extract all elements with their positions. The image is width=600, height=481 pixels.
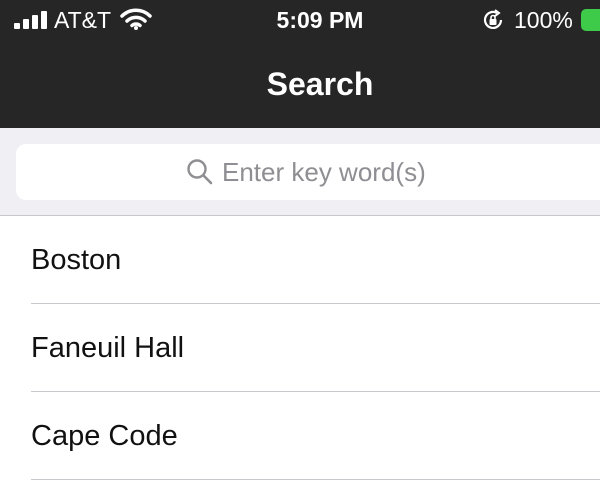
list-item-label: Faneuil Hall (31, 332, 185, 364)
search-bar (0, 128, 600, 216)
clock: 5:09 PM (276, 7, 364, 33)
list-item[interactable]: Boston (0, 216, 600, 304)
list-item-label: Boston (31, 244, 122, 276)
search-input[interactable] (222, 152, 600, 192)
list-item[interactable]: Faneuil Hall (0, 304, 600, 392)
battery-icon (581, 9, 600, 31)
list-item-label: Cape Code (31, 420, 178, 452)
search-field-container[interactable] (16, 144, 600, 200)
divider (31, 479, 600, 480)
search-icon (187, 159, 213, 185)
app-screen: AT&T 5:09 PM 100% Search Enter key word(… (0, 0, 600, 481)
top-bar: AT&T 5:09 PM 100% Search (0, 0, 600, 128)
results-list: Boston Faneuil Hall Cape Code (0, 216, 600, 480)
rotation-lock-icon (483, 9, 503, 29)
status-bar: AT&T 5:09 PM 100% (0, 0, 600, 40)
battery-percentage: 100% (514, 7, 573, 33)
list-item[interactable]: Cape Code (0, 392, 600, 480)
navigation-bar: Search (0, 40, 600, 128)
page-title: Search (266, 66, 374, 102)
